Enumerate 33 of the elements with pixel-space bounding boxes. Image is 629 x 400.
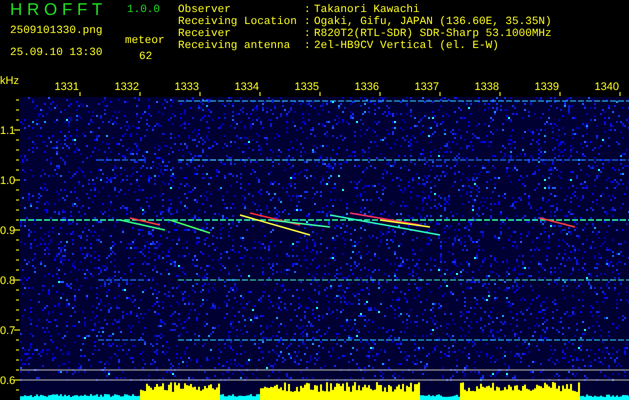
x-tick-label: 1338 [474, 81, 499, 93]
info-label: Observer [178, 4, 232, 16]
info-value: Takanori Kawachi [314, 4, 421, 16]
app-title: H R O F F T [10, 0, 104, 20]
x-tick-label: 1336 [354, 81, 379, 93]
count-value: 62 [138, 50, 154, 62]
info-value: 2el-HB9CV Vertical (el. E-W) [314, 40, 500, 52]
x-tick-label: 1335 [294, 81, 319, 93]
x-tick-label: 1337 [414, 81, 439, 93]
info-label: Receiving Location [178, 16, 298, 28]
info-separator: : [304, 28, 312, 40]
y-tick-label: 1.1 [0, 125, 16, 137]
info-value: R820T2(RTL-SDR) SDR-Sharp 53.1000MHz [314, 28, 552, 40]
y-tick-label: 0.8 [0, 275, 16, 287]
info-label: Receiving antenna [178, 40, 292, 52]
timestamp-label: 25.09.10 13:30 [10, 46, 104, 60]
x-tick-label: 1331 [54, 81, 79, 93]
x-tick-label: 1340 [594, 81, 619, 93]
y-tick-label: 0.7 [0, 325, 16, 337]
info-separator: : [304, 40, 312, 52]
filename-label: 2509101330.png [10, 24, 104, 34]
y-tick-label: 0.6 [0, 375, 16, 387]
info-value: Ogaki, Gifu, JAPAN (136.60E, 35.35N) [314, 16, 552, 28]
x-tick-label: 1332 [114, 81, 139, 93]
info-separator: : [304, 4, 312, 16]
y-tick-label: 1.0 [0, 175, 16, 187]
x-tick-label: 1334 [234, 81, 259, 93]
x-tick-label: 1339 [534, 81, 559, 93]
info-separator: : [304, 16, 312, 28]
info-label: Receiver [178, 28, 232, 40]
axis-unit-label: kHz [0, 75, 19, 87]
x-tick-label: 1333 [174, 81, 199, 93]
y-tick-label: 0.9 [0, 225, 16, 237]
